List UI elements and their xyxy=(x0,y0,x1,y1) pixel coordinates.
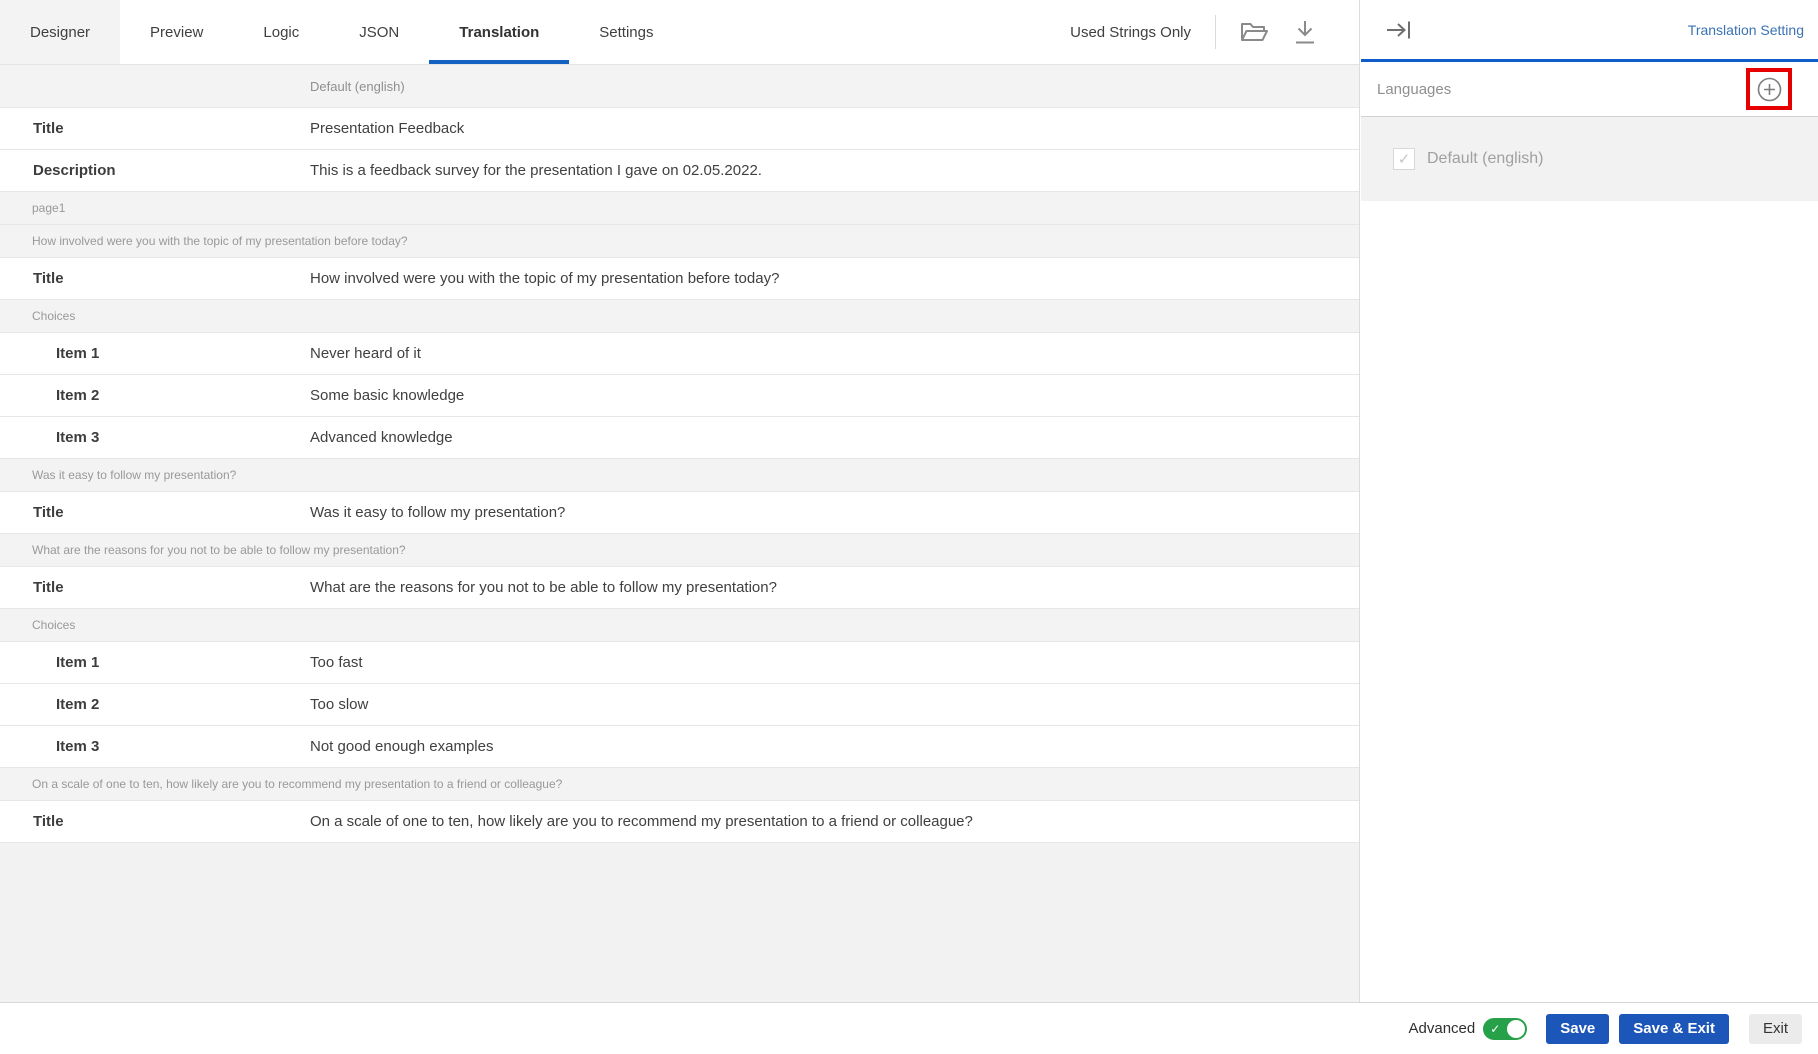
default-language-column-header: Default (english) xyxy=(0,79,405,94)
table-row: TitleOn a scale of one to ten, how likel… xyxy=(0,801,1359,843)
table-header-row: Default (english) xyxy=(0,65,1359,108)
download-icon[interactable] xyxy=(1293,19,1317,46)
group-header-label: Choices xyxy=(0,309,75,323)
tab-translation[interactable]: Translation xyxy=(429,0,569,64)
string-label: Item 1 xyxy=(0,345,310,362)
table-row: TitlePresentation Feedback xyxy=(0,108,1359,150)
group-header-row: How involved were you with the topic of … xyxy=(0,225,1359,258)
string-value[interactable]: Never heard of it xyxy=(310,345,421,362)
string-label: Description xyxy=(0,162,310,179)
string-value[interactable]: Advanced knowledge xyxy=(310,429,453,446)
group-header-label: Was it easy to follow my presentation? xyxy=(0,468,236,482)
table-row: Item 3Advanced knowledge xyxy=(0,417,1359,459)
table-row: DescriptionThis is a feedback survey for… xyxy=(0,150,1359,192)
collapse-panel-icon[interactable] xyxy=(1385,18,1412,42)
add-language-button[interactable] xyxy=(1756,76,1783,103)
table-row: Item 1Too fast xyxy=(0,642,1359,684)
string-label: Item 1 xyxy=(0,654,310,671)
default-language-checkbox: ✓ xyxy=(1393,148,1415,170)
footer-bar: Advanced ✓ Save Save & Exit Exit xyxy=(0,1002,1818,1054)
translation-table: Default (english) TitlePresentation Feed… xyxy=(0,65,1359,843)
main-area: DesignerPreviewLogicJSONTranslationSetti… xyxy=(0,0,1360,1002)
group-header-row: Choices xyxy=(0,609,1359,642)
translation-table-rows: TitlePresentation FeedbackDescriptionThi… xyxy=(0,108,1359,843)
table-row: TitleWas it easy to follow my presentati… xyxy=(0,492,1359,534)
string-label: Title xyxy=(0,270,310,287)
table-empty-area xyxy=(0,843,1359,1002)
string-value[interactable]: Too fast xyxy=(310,654,363,671)
group-header-label: page1 xyxy=(0,201,65,215)
string-value[interactable]: What are the reasons for you not to be a… xyxy=(310,579,777,596)
folder-open-icon[interactable] xyxy=(1240,20,1269,44)
toolbar-divider xyxy=(1215,15,1216,49)
toolbar-right: Used Strings Only xyxy=(1070,0,1359,64)
string-value[interactable]: On a scale of one to ten, how likely are… xyxy=(310,813,973,830)
save-button[interactable]: Save xyxy=(1546,1014,1609,1044)
used-strings-only-button[interactable]: Used Strings Only xyxy=(1070,24,1191,41)
table-row: Item 2Too slow xyxy=(0,684,1359,726)
string-label: Title xyxy=(0,504,310,521)
exit-button[interactable]: Exit xyxy=(1749,1014,1802,1044)
string-value[interactable]: Some basic knowledge xyxy=(310,387,464,404)
string-label: Title xyxy=(0,579,310,596)
tab-preview[interactable]: Preview xyxy=(120,0,233,64)
group-header-label: What are the reasons for you not to be a… xyxy=(0,543,406,557)
string-value[interactable]: Not good enough examples xyxy=(310,738,493,755)
advanced-toggle[interactable]: ✓ xyxy=(1483,1018,1527,1040)
group-header-label: Choices xyxy=(0,618,75,632)
group-header-row: What are the reasons for you not to be a… xyxy=(0,534,1359,567)
table-row: Item 1Never heard of it xyxy=(0,333,1359,375)
tab-json[interactable]: JSON xyxy=(329,0,429,64)
table-row: Item 3Not good enough examples xyxy=(0,726,1359,768)
string-value[interactable]: How involved were you with the topic of … xyxy=(310,270,779,287)
default-language-label: Default (english) xyxy=(1427,150,1544,168)
string-label: Item 2 xyxy=(0,696,310,713)
table-row: TitleHow involved were you with the topi… xyxy=(0,258,1359,300)
string-value[interactable]: This is a feedback survey for the presen… xyxy=(310,162,762,179)
save-exit-button[interactable]: Save & Exit xyxy=(1619,1014,1729,1044)
group-header-label: On a scale of one to ten, how likely are… xyxy=(0,777,562,791)
group-header-row: Was it easy to follow my presentation? xyxy=(0,459,1359,492)
toggle-knob xyxy=(1507,1020,1525,1038)
tab-designer[interactable]: Designer xyxy=(0,0,120,64)
tab-settings[interactable]: Settings xyxy=(569,0,683,64)
languages-label: Languages xyxy=(1377,81,1451,98)
group-header-row: page1 xyxy=(0,192,1359,225)
string-value[interactable]: Was it easy to follow my presentation? xyxy=(310,504,565,521)
string-value[interactable]: Too slow xyxy=(310,696,368,713)
annotation-highlight xyxy=(1746,68,1792,110)
panel-title: Translation Setting xyxy=(1688,22,1804,38)
tab-logic[interactable]: Logic xyxy=(233,0,329,64)
group-header-label: How involved were you with the topic of … xyxy=(0,234,408,248)
string-label: Title xyxy=(0,120,310,137)
advanced-label: Advanced xyxy=(1409,1020,1476,1037)
translation-settings-panel: Translation Setting Languages ✓ Default … xyxy=(1361,0,1818,1002)
table-row: TitleWhat are the reasons for you not to… xyxy=(0,567,1359,609)
tab-bar: DesignerPreviewLogicJSONTranslationSetti… xyxy=(0,0,684,64)
string-label: Item 2 xyxy=(0,387,310,404)
panel-header: Translation Setting xyxy=(1361,0,1818,62)
table-row: Item 2Some basic knowledge xyxy=(0,375,1359,417)
toggle-check-icon: ✓ xyxy=(1490,1021,1500,1037)
language-list: ✓ Default (english) xyxy=(1361,117,1818,201)
group-header-row: On a scale of one to ten, how likely are… xyxy=(0,768,1359,801)
string-value[interactable]: Presentation Feedback xyxy=(310,120,464,137)
string-label: Item 3 xyxy=(0,738,310,755)
top-toolbar: DesignerPreviewLogicJSONTranslationSetti… xyxy=(0,0,1359,65)
languages-bar: Languages xyxy=(1361,62,1818,117)
string-label: Item 3 xyxy=(0,429,310,446)
string-label: Title xyxy=(0,813,310,830)
group-header-row: Choices xyxy=(0,300,1359,333)
